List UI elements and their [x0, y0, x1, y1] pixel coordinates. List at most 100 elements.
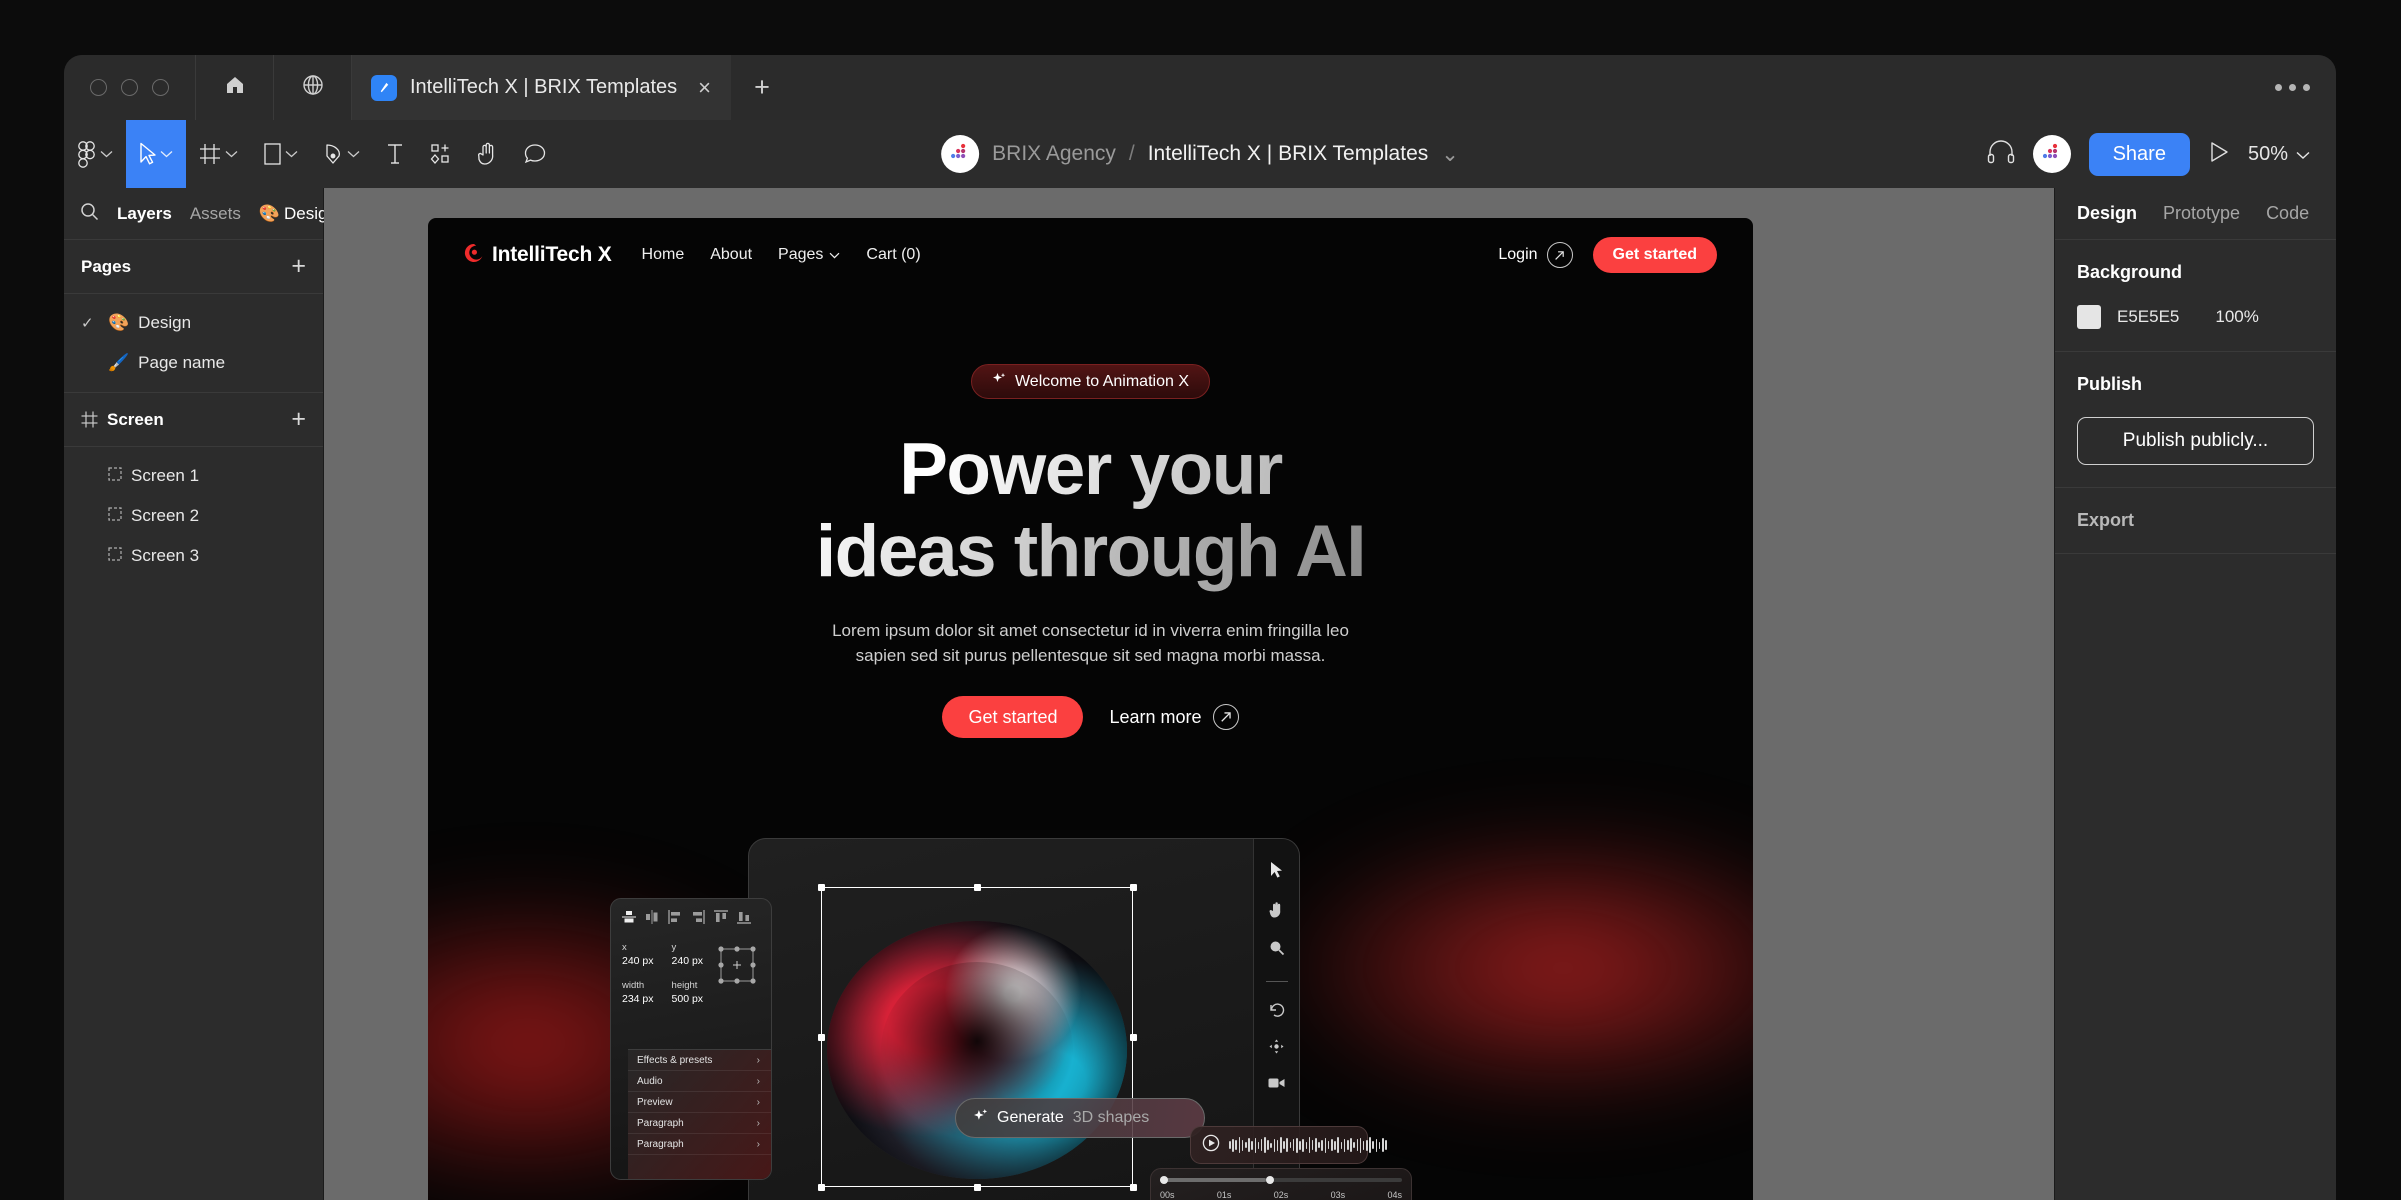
login-link[interactable]: Login — [1498, 242, 1573, 268]
ai-generate-prompt-bar[interactable]: Generate 3D shapes — [955, 1098, 1205, 1138]
add-screen-button[interactable]: + — [291, 407, 306, 432]
move-icon[interactable] — [1269, 1039, 1284, 1059]
minimize-window-button[interactable] — [121, 79, 138, 96]
add-page-button[interactable]: + — [291, 254, 306, 279]
menu-item-audio[interactable]: Audio › — [628, 1071, 771, 1092]
play-circle-icon[interactable] — [1202, 1134, 1220, 1157]
menu-item-effects-presets[interactable]: Effects & presets › — [628, 1050, 771, 1071]
move-tool-button[interactable] — [126, 120, 186, 188]
play-icon[interactable] — [2208, 140, 2230, 169]
nav-link-about[interactable]: About — [710, 246, 752, 264]
menu-item-preview[interactable]: Preview › — [628, 1092, 771, 1113]
layer-item-screen-2[interactable]: Screen 2 — [64, 496, 323, 536]
align-horizontal-center-icon[interactable] — [645, 910, 659, 929]
audio-player[interactable] — [1190, 1126, 1387, 1164]
nav-link-home[interactable]: Home — [642, 246, 685, 264]
color-hex-value[interactable]: E5E5E5 — [2117, 307, 2179, 327]
user-avatar[interactable] — [2032, 135, 2071, 173]
align-vertical-center-icon[interactable] — [622, 910, 636, 929]
screen-frame[interactable]: IntelliTech X Home About Pages Cart (0) — [428, 218, 1753, 1200]
browser-tab-bar: IntelliTech X | BRIX Templates × + — [64, 55, 2336, 120]
hero-get-started-button[interactable]: Get started — [942, 696, 1084, 739]
layer-item-screen-3[interactable]: Screen 3 — [64, 536, 323, 576]
selection-handle[interactable] — [973, 883, 981, 891]
tab-design[interactable]: Design — [2077, 203, 2137, 224]
timeline-scrollbar[interactable] — [1160, 1176, 1402, 1184]
frame-tool-button[interactable] — [186, 120, 251, 188]
page-item-design[interactable]: ✓ 🎨 Design — [64, 303, 323, 343]
nav-link-cart[interactable]: Cart (0) — [866, 246, 920, 264]
mockup-properties-panel: x 240 px y 240 px width 234 px height 50… — [610, 898, 772, 1180]
magnifier-icon[interactable] — [1269, 940, 1285, 961]
close-tab-button[interactable]: × — [698, 76, 711, 99]
design-canvas[interactable]: IntelliTech X Home About Pages Cart (0) — [324, 188, 2054, 1200]
selection-handle[interactable] — [1129, 1033, 1137, 1041]
menu-item-paragraph-2[interactable]: Paragraph › — [628, 1134, 771, 1155]
breadcrumb-org[interactable]: BRIX Agency — [992, 142, 1116, 166]
close-window-button[interactable] — [90, 79, 107, 96]
shape-tool-button[interactable] — [251, 120, 311, 188]
selection-handle[interactable] — [1129, 1183, 1137, 1191]
align-left-icon[interactable] — [668, 910, 682, 929]
undo-icon[interactable] — [1269, 1002, 1285, 1022]
tick-02s: 02s — [1273, 1190, 1289, 1200]
menu-item-paragraph-1[interactable]: Paragraph › — [628, 1113, 771, 1134]
hand-tool-button[interactable] — [465, 120, 511, 188]
nav-link-pages[interactable]: Pages — [778, 246, 840, 264]
page-item-page-name[interactable]: 🖌️ Page name — [64, 343, 323, 383]
field-x[interactable]: x 240 px — [622, 942, 654, 967]
palette-emoji: 🎨 — [258, 203, 281, 223]
chevron-down-icon[interactable]: ⌄ — [1441, 142, 1459, 167]
tab-assets[interactable]: Assets — [190, 204, 241, 224]
field-height[interactable]: height 500 px — [672, 980, 704, 1005]
learn-more-link[interactable]: Learn more — [1109, 704, 1239, 731]
tab-layers[interactable]: Layers — [117, 204, 172, 224]
text-tool-button[interactable] — [373, 120, 417, 188]
chevron-down-icon — [160, 150, 173, 158]
align-right-icon[interactable] — [691, 910, 705, 929]
breadcrumb-file[interactable]: IntelliTech X | BRIX Templates — [1148, 142, 1429, 166]
sidebar-tabs: Layers Assets 🎨 Design ^ — [64, 188, 349, 240]
community-button[interactable] — [274, 55, 352, 120]
align-top-icon[interactable] — [714, 910, 728, 929]
pen-tool-button[interactable] — [311, 120, 373, 188]
field-y[interactable]: y 240 px — [672, 942, 704, 967]
hand-icon[interactable] — [1269, 901, 1284, 923]
header-get-started-button[interactable]: Get started — [1592, 237, 1717, 273]
maximize-window-button[interactable] — [152, 79, 169, 96]
selection-handle[interactable] — [817, 1033, 825, 1041]
frame-icon — [199, 143, 221, 165]
comment-tool-button[interactable] — [511, 120, 559, 188]
brix-avatar[interactable] — [941, 135, 980, 173]
selection-handle[interactable] — [817, 1183, 825, 1191]
field-width[interactable]: width 234 px — [622, 980, 654, 1005]
hero-section: Welcome to Animation X Power your ideas … — [428, 364, 1753, 739]
cursor-icon[interactable] — [1270, 861, 1284, 884]
scrollbar-handle-end[interactable] — [1266, 1176, 1275, 1184]
figma-menu-button[interactable] — [64, 120, 126, 188]
selection-handle[interactable] — [1129, 883, 1137, 891]
hero-badge-label: Welcome to Animation X — [1014, 372, 1189, 390]
scrollbar-handle-start[interactable] — [1160, 1176, 1168, 1184]
selection-handle[interactable] — [817, 883, 825, 891]
file-tab[interactable]: IntelliTech X | BRIX Templates × — [352, 55, 732, 120]
resources-tool-button[interactable] — [417, 120, 465, 188]
selection-handle[interactable] — [973, 1183, 981, 1191]
layer-item-screen-1[interactable]: Screen 1 — [64, 456, 323, 496]
new-tab-button[interactable]: + — [731, 55, 793, 120]
color-swatch[interactable] — [2077, 305, 2101, 329]
site-logo[interactable]: IntelliTech X — [464, 243, 612, 268]
align-bottom-icon[interactable] — [737, 910, 751, 929]
publish-publicly-button[interactable]: Publish publicly... — [2077, 417, 2314, 465]
anchor-point-icon[interactable] — [715, 943, 759, 992]
search-icon[interactable] — [80, 202, 99, 226]
headphones-icon[interactable] — [1987, 139, 2015, 169]
tab-prototype[interactable]: Prototype — [2163, 203, 2240, 224]
zoom-level-dropdown[interactable]: 50% — [2248, 143, 2310, 166]
more-options-icon[interactable] — [2249, 55, 2336, 120]
share-button[interactable]: Share — [2088, 132, 2190, 176]
tab-code[interactable]: Code — [2266, 203, 2309, 224]
color-opacity-value[interactable]: 100% — [2215, 307, 2258, 327]
home-button[interactable] — [196, 55, 274, 120]
camera-icon[interactable] — [1268, 1076, 1285, 1094]
